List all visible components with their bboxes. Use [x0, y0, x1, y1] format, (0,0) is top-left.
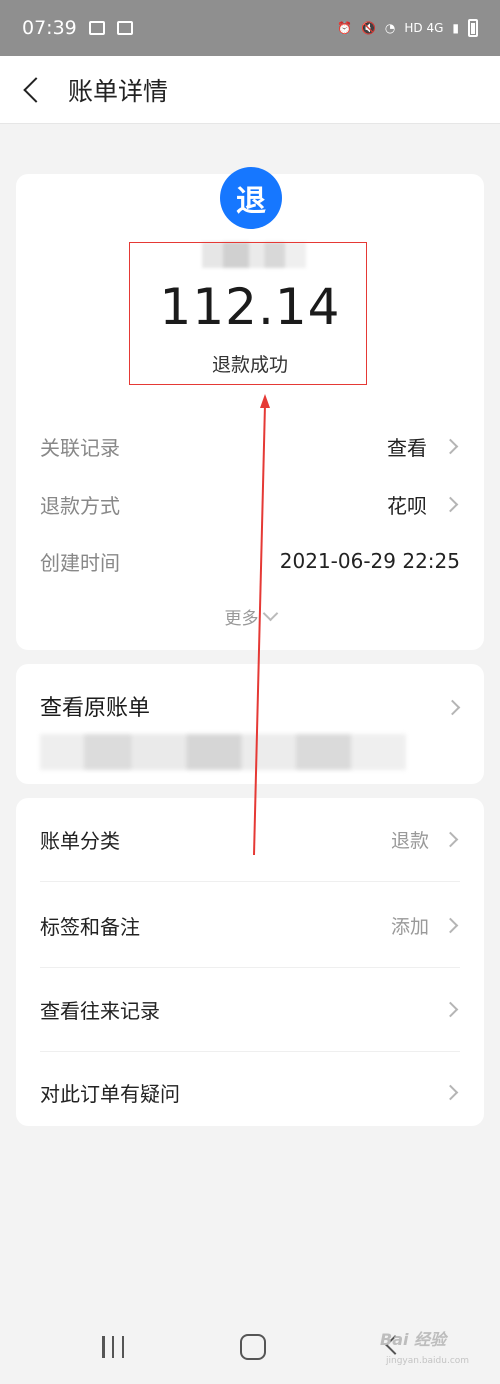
page-title: 账单详情: [68, 76, 169, 106]
menu-label: 对此订单有疑问: [40, 1081, 180, 1106]
detail-row-created-time: 创建时间 2021-06-29 22:25: [40, 545, 460, 577]
original-bill-card[interactable]: 查看原账单: [16, 664, 484, 784]
original-bill-title: 查看原账单: [40, 696, 151, 721]
status-time: 07:39: [22, 17, 77, 39]
chevron-down-icon: [262, 605, 278, 622]
bill-actions-card: 账单分类 退款 标签和备注 添加 查看往来记录 对此订单有疑问: [16, 798, 484, 1126]
recents-button[interactable]: [102, 1336, 124, 1358]
app-notification-icon: [116, 21, 133, 35]
menu-label: 查看往来记录: [40, 999, 160, 1023]
chevron-right-icon: [444, 699, 461, 716]
chevron-right-icon: [442, 496, 459, 512]
recents-bar: [121, 1336, 124, 1358]
battery-icon: [468, 19, 478, 37]
bill-summary-card: 退 112.14 退款成功 关联记录 查看 退款方式 花呗 创建时间 2021-…: [16, 167, 484, 650]
refund-badge-icon: 退: [220, 167, 282, 229]
menu-item-bill-category[interactable]: 账单分类 退款: [40, 798, 460, 882]
detail-row-related-records[interactable]: 关联记录 查看: [40, 430, 460, 462]
chevron-right-icon: [442, 917, 459, 934]
annotation-highlight-box: [129, 242, 367, 385]
detail-value: 花呗: [387, 493, 427, 518]
detail-row-refund-method[interactable]: 退款方式 花呗: [40, 488, 460, 520]
detail-value: 2021-06-29 22:25: [279, 549, 460, 573]
app-header: 账单详情: [0, 56, 500, 124]
detail-value: 查看: [387, 435, 427, 460]
back-button[interactable]: [0, 56, 64, 124]
home-button[interactable]: [240, 1334, 266, 1360]
chevron-right-icon: [442, 1084, 459, 1100]
status-bar: 07:39 ⏰ 🔇 ◔ HD 4G ▮: [0, 0, 500, 56]
menu-value: 添加: [390, 916, 429, 938]
chevron-right-icon: [442, 438, 459, 454]
detail-label: 关联记录: [40, 435, 120, 460]
menu-label: 账单分类: [40, 829, 120, 853]
menu-value: 退款: [390, 830, 429, 852]
chevron-right-icon: [442, 831, 459, 848]
wifi-icon: ◔: [384, 21, 396, 35]
menu-item-order-question[interactable]: 对此订单有疑问: [40, 1050, 460, 1134]
more-button[interactable]: 更多: [16, 604, 484, 629]
signal-icon: ▮: [452, 21, 459, 35]
detail-label: 退款方式: [40, 493, 120, 518]
more-label: 更多: [224, 609, 259, 629]
menu-item-tags-notes[interactable]: 标签和备注 添加: [40, 884, 460, 968]
recents-bar: [111, 1336, 115, 1358]
gallery-icon: [88, 21, 105, 35]
network-indicator: HD 4G: [404, 21, 444, 35]
detail-label: 创建时间: [40, 550, 120, 575]
mute-icon: 🔇: [360, 21, 376, 35]
watermark-domain: jingyan.baidu.com: [386, 1356, 470, 1366]
menu-label: 标签和备注: [40, 915, 140, 939]
alarm-icon: ⏰: [336, 21, 352, 35]
blurred-bill-info: [40, 734, 406, 770]
menu-item-transaction-history[interactable]: 查看往来记录: [40, 968, 460, 1052]
chevron-right-icon: [442, 1001, 459, 1018]
recents-bar: [102, 1336, 105, 1358]
back-arrow-icon: [23, 76, 49, 103]
